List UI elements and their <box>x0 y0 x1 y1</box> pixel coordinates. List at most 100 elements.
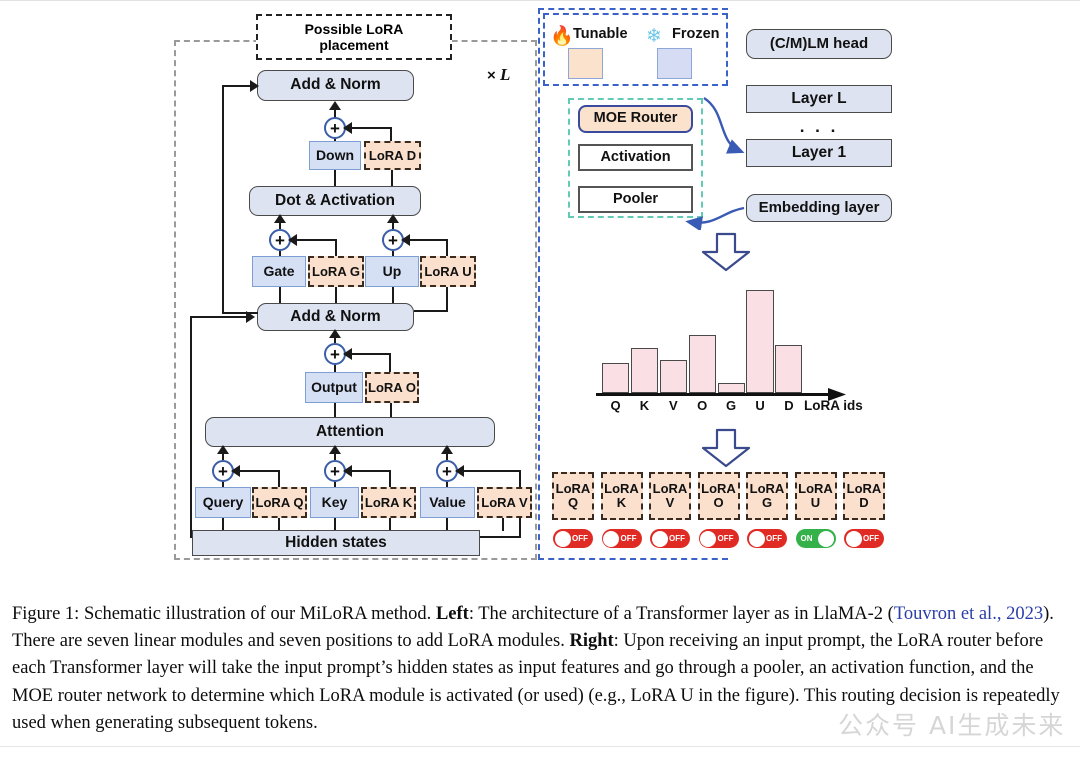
chart-tick-labels: QKVOGUD <box>596 398 830 418</box>
conn-lorav-bottom <box>479 536 521 538</box>
arrow-loraq-to-plus <box>231 465 240 477</box>
lora-toggle-d[interactable]: OFF <box>844 529 884 548</box>
arrow-lorag-to-plus <box>288 234 297 246</box>
lora-module-name: LoRA <box>652 481 688 497</box>
lora-u-label: LoRA U <box>424 263 472 279</box>
toggle-knob <box>818 530 834 547</box>
value-block: Value <box>420 487 475 518</box>
lora-module-u: LoRA U <box>794 472 837 520</box>
conn-lorak-up <box>389 470 391 487</box>
lora-module-name: LoRA <box>701 481 736 497</box>
layer-1-label: Layer 1 <box>791 143 847 161</box>
router-flow-arrows <box>685 96 745 230</box>
toggle-state-label: OFF <box>669 534 685 543</box>
lora-u-block: LoRA U <box>420 256 476 287</box>
bottom-divider <box>0 746 1080 747</box>
arrow-k-plus-to-attn <box>329 445 341 454</box>
lora-v-block: LoRA V <box>477 487 532 518</box>
lora-toggle-v[interactable]: OFF <box>650 529 690 548</box>
chart-tick-label: O <box>697 398 708 413</box>
lm-head-label: (C/M)LM head <box>769 35 869 53</box>
lora-module-id: O <box>713 495 724 510</box>
residual-v-long <box>190 316 192 538</box>
conn-lorau-to-addnorm-h <box>414 310 448 312</box>
toggle-state-label: OFF <box>766 534 782 543</box>
figure-illustration: Possible LoRA placement × L Add & Norm +… <box>0 0 1080 578</box>
toggle-knob <box>603 530 619 547</box>
chart-tick-label: U <box>755 398 765 413</box>
lora-module-id: Q <box>567 495 579 510</box>
key-block: Key <box>310 487 359 518</box>
chart-bar <box>775 345 803 393</box>
up-block: Up <box>365 256 419 287</box>
lora-toggle-g[interactable]: OFF <box>747 529 787 548</box>
repeat-layers-label: × L <box>487 65 511 84</box>
chart-xlabel: LoRA ids <box>804 398 914 413</box>
conn-lorag-to-addnorm <box>335 287 337 303</box>
conn-up-to-addnorm <box>392 287 394 303</box>
toggle-state-label: OFF <box>863 534 879 543</box>
arrow-lorad-to-plus <box>343 122 352 134</box>
lora-k-label: LoRA K <box>364 494 413 510</box>
key-label: Key <box>321 494 348 511</box>
residual-h-to-addnorm-mid <box>190 316 248 318</box>
conn-loraq-up <box>278 470 280 487</box>
gate-label: Gate <box>263 263 295 280</box>
frozen-label: Frozen <box>672 25 732 45</box>
ellipsis-text: . . . <box>799 117 839 137</box>
down-block: Down <box>309 141 361 170</box>
fire-icon: 🔥 <box>550 26 574 47</box>
arrow-up-plus-to-dot <box>387 214 399 223</box>
lora-module-o: LoRA O <box>697 472 740 520</box>
lora-module-id: G <box>761 495 773 510</box>
arrow-lorak-to-plus <box>343 465 352 477</box>
toggle-knob <box>700 530 716 547</box>
arrow-plus-to-addnorm <box>329 101 341 110</box>
lora-q-label: LoRA Q <box>255 494 304 510</box>
lora-d-label: LoRA D <box>368 147 417 163</box>
attention-label: Attention <box>315 422 384 440</box>
caption-right-bold: Right <box>569 630 614 651</box>
frozen-swatch <box>657 48 692 79</box>
arrow-lorau-to-plus <box>401 234 410 246</box>
conn-lorau-to-plus <box>404 239 447 241</box>
conn-lorav-to-plus <box>458 470 520 472</box>
conn-lorad-up <box>390 127 392 141</box>
lora-toggle-k[interactable]: OFF <box>601 529 642 548</box>
lora-toggle-u[interactable]: ON <box>795 529 836 548</box>
conn-lorau-to-addnorm-v <box>446 287 448 311</box>
conn-lorao-up <box>389 353 391 372</box>
toggle-state-label: ON <box>800 534 813 543</box>
chart-bar <box>630 348 659 393</box>
lm-head-block: (C/M)LM head <box>746 29 892 59</box>
conn-loraq-to-plus <box>234 470 279 472</box>
conn-lorag-up <box>335 239 337 256</box>
add-norm-mid-block: Add & Norm <box>257 303 414 331</box>
tunable-swatch <box>568 48 603 79</box>
frozen-text: Frozen <box>672 26 720 43</box>
lora-o-block: LoRA O <box>365 372 419 403</box>
toggle-knob <box>554 530 571 547</box>
layer-l-label: Layer L <box>791 89 847 107</box>
dot-activation-label: Dot & Activation <box>275 191 395 209</box>
lora-toggle-q[interactable]: OFF <box>553 529 593 548</box>
conn-attn-to-output <box>334 403 336 417</box>
toggle-state-label: OFF <box>572 534 588 543</box>
output-label: Output <box>311 379 357 396</box>
up-label: Up <box>382 263 402 280</box>
lora-module-row: LoRA Q OFF LoRA K OFF LoRA V OFF LoRA O OFF LoRA G OFF… <box>552 472 892 557</box>
possible-lora-placement-label: Possible LoRA placement <box>304 20 404 53</box>
dot-activation-block: Dot & Activation <box>249 186 421 216</box>
lora-d-block: LoRA D <box>364 141 421 170</box>
attention-block: Attention <box>205 417 495 447</box>
chart-bars <box>596 276 830 394</box>
caption-figure-number: Figure 1: <box>12 603 80 624</box>
hidden-states-label: Hidden states <box>285 533 387 551</box>
toggle-knob <box>651 530 668 547</box>
conn-gate-to-addnorm <box>279 287 281 303</box>
value-label: Value <box>429 494 466 511</box>
caption-citation-link[interactable]: Touvron et al., 2023 <box>894 604 1043 624</box>
lora-module-g: LoRA G <box>746 472 788 520</box>
lora-toggle-o[interactable]: OFF <box>698 529 739 548</box>
lora-module-q: LoRA Q <box>552 472 594 520</box>
